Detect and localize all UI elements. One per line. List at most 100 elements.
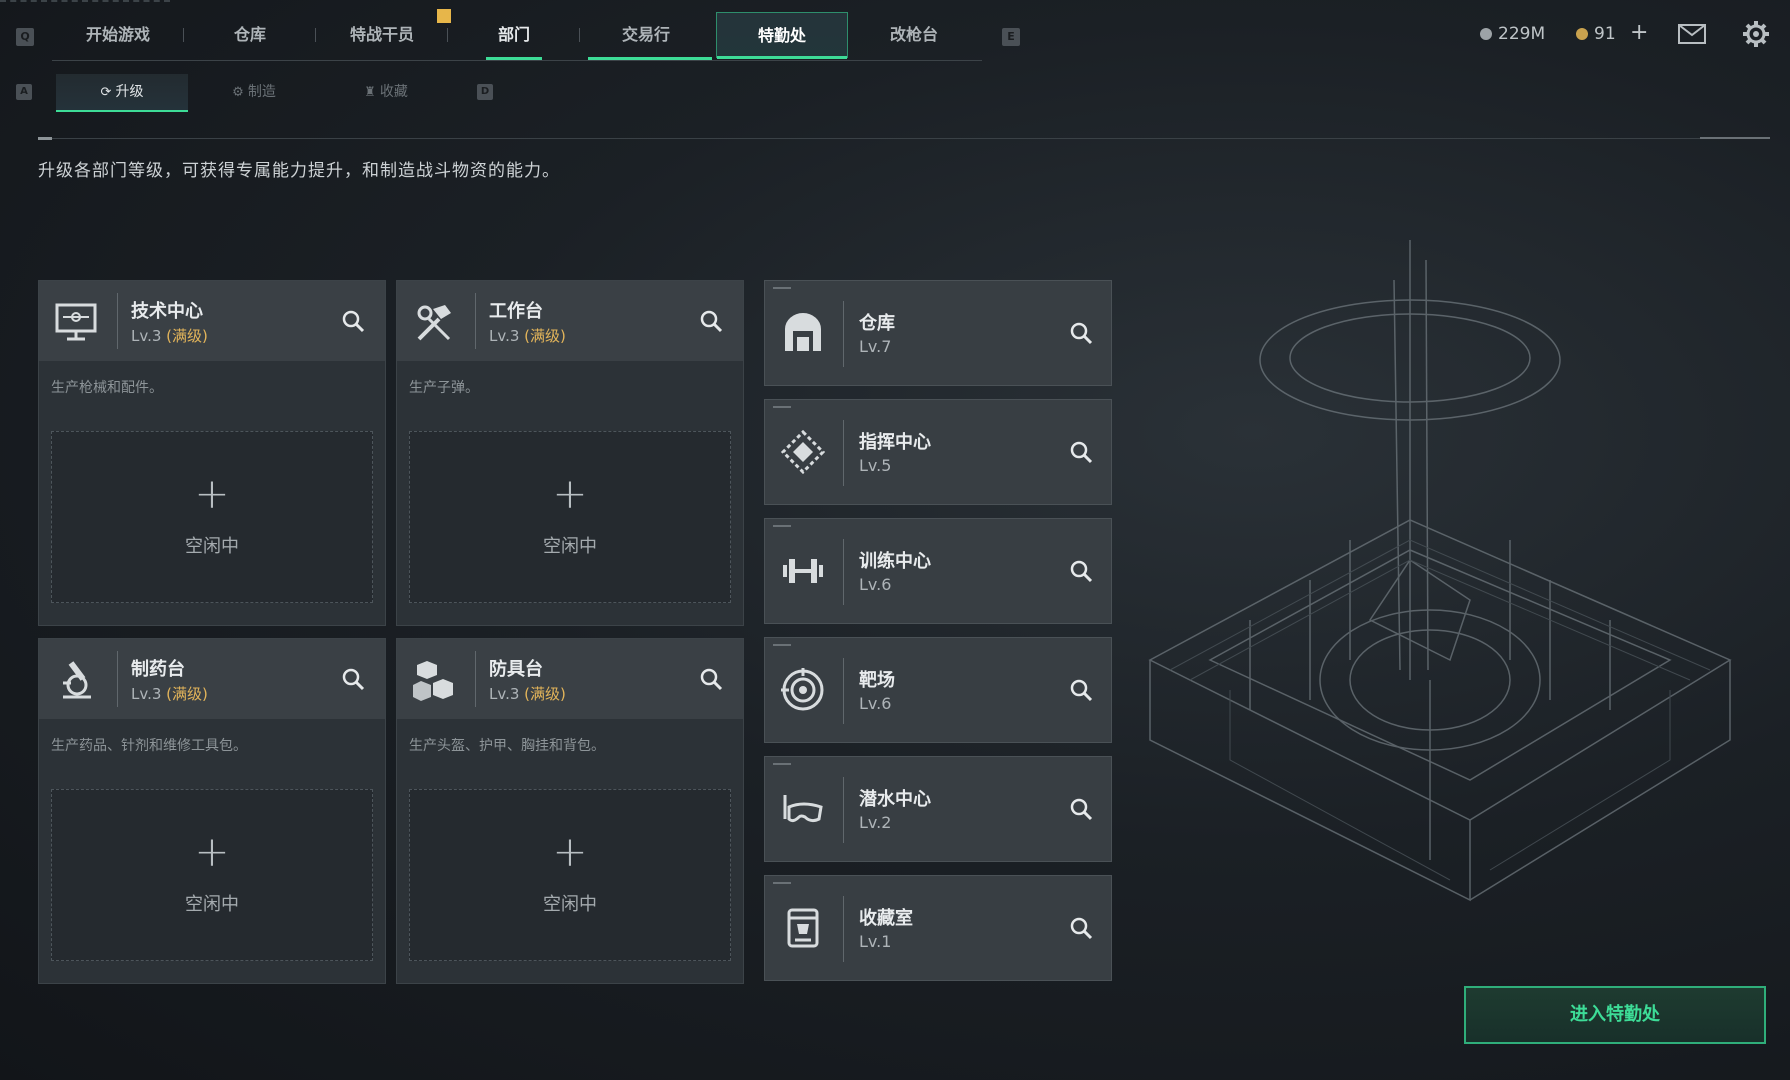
card-description: 生产子弹。 <box>409 380 479 396</box>
notification-marker <box>437 9 451 23</box>
max-level-badge: (满级) <box>524 327 566 345</box>
monitor-icon <box>55 303 97 341</box>
card-header: 技术中心 Lv.3 (满级) <box>39 281 385 361</box>
currency-bar: 229M 91 + <box>1480 14 1790 54</box>
card-level: Lv.3 (满级) <box>131 683 208 704</box>
card-level: Lv.3 (满级) <box>489 325 566 346</box>
production-slot[interactable]: + 空闲中 <box>409 431 731 603</box>
card-level: Lv.3 (满级) <box>131 325 208 346</box>
card-command-center[interactable]: 指挥中心 Lv.5 <box>764 399 1112 505</box>
divider-accent-right <box>1700 137 1770 139</box>
search-icon[interactable] <box>1067 795 1097 825</box>
subtab-craft[interactable]: ⚙ 制造 <box>188 74 320 110</box>
tab-label: 改枪台 <box>889 25 938 44</box>
subtab-label: 收藏 <box>379 84 408 100</box>
currency-secondary: 91 <box>1576 24 1616 44</box>
production-slot[interactable]: + 空闲中 <box>409 789 731 961</box>
card-title: 潜水中心 <box>859 789 931 810</box>
level-text: Lv.3 <box>489 685 520 703</box>
card-description: 生产药品、针剂和维修工具包。 <box>51 738 247 754</box>
card-level: Lv.5 <box>859 456 892 475</box>
cubes-icon <box>413 661 453 701</box>
search-icon[interactable] <box>339 307 369 337</box>
search-icon[interactable] <box>697 307 727 337</box>
card-shooting-range[interactable]: 靶场 Lv.6 <box>764 637 1112 743</box>
tab-start-game[interactable]: 开始游戏 <box>52 12 184 58</box>
key-hint-a: A <box>16 84 32 100</box>
tab-special-ops[interactable]: 特勤处 <box>716 12 848 59</box>
mail-icon[interactable] <box>1678 24 1706 44</box>
card-title: 防具台 <box>489 659 543 680</box>
currency-primary-value: 229M <box>1498 24 1546 44</box>
tab-label: 仓库 <box>233 25 266 44</box>
add-icon: + <box>552 827 588 876</box>
tab-label: 开始游戏 <box>85 25 150 44</box>
page-description: 升级各部门等级，可获得专属能力提升，和制造战斗物资的能力。 <box>38 161 560 181</box>
key-hint-e: E <box>1002 28 1020 46</box>
production-slot[interactable]: + 空闲中 <box>51 789 373 961</box>
card-header: 制药台 Lv.3 (满级) <box>39 639 385 719</box>
tab-warehouse[interactable]: 仓库 <box>184 12 316 58</box>
add-icon: + <box>552 469 588 518</box>
search-icon[interactable] <box>1067 319 1097 349</box>
card-title: 工作台 <box>489 301 543 322</box>
card-training-center[interactable]: 训练中心 Lv.6 <box>764 518 1112 624</box>
level-text: Lv.3 <box>131 327 162 345</box>
gear-icon[interactable] <box>1742 20 1770 48</box>
card-workbench[interactable]: 工作台 Lv.3 (满级) 生产子弹。 + 空闲中 <box>396 280 744 626</box>
card-level: Lv.7 <box>859 337 892 356</box>
card-level: Lv.6 <box>859 694 892 713</box>
dumbbell-icon <box>783 559 823 583</box>
card-pharmacy[interactable]: 制药台 Lv.3 (满级) 生产药品、针剂和维修工具包。 + 空闲中 <box>38 638 386 984</box>
tab-department[interactable]: 部门 <box>448 12 580 60</box>
tab-trading[interactable]: 交易行 <box>580 12 712 60</box>
microscope-icon <box>63 661 91 699</box>
subtab-label: 制造 <box>247 84 276 100</box>
slot-status: 空闲中 <box>185 894 239 915</box>
search-icon[interactable] <box>697 665 727 695</box>
card-title: 指挥中心 <box>859 432 931 453</box>
card-level: Lv.2 <box>859 813 892 832</box>
card-title: 技术中心 <box>131 301 203 322</box>
currency-secondary-value: 91 <box>1594 24 1616 44</box>
tab-gunsmith[interactable]: 改枪台 <box>848 12 980 58</box>
collection-icon: ♜ <box>364 85 376 100</box>
tab-operators[interactable]: 特战干员 <box>316 12 448 58</box>
card-diving-center[interactable]: 潜水中心 Lv.2 <box>764 756 1112 862</box>
add-currency-button[interactable]: + <box>1630 20 1648 45</box>
max-level-badge: (满级) <box>166 327 208 345</box>
card-title: 仓库 <box>859 313 895 334</box>
search-icon[interactable] <box>1067 914 1097 944</box>
card-title: 靶场 <box>859 670 895 691</box>
top-edge-decoration <box>0 0 170 5</box>
divider-accent-left <box>38 137 52 140</box>
silver-coin-icon <box>1480 28 1492 40</box>
card-level: Lv.6 <box>859 575 892 594</box>
subtab-collection[interactable]: ♜ 收藏 <box>320 74 452 110</box>
currency-primary: 229M <box>1480 24 1545 44</box>
card-armor-bench[interactable]: 防具台 Lv.3 (满级) 生产头盔、护甲、胸挂和背包。 + 空闲中 <box>396 638 744 984</box>
warehouse-icon <box>785 313 821 351</box>
card-warehouse[interactable]: 仓库 Lv.7 <box>764 280 1112 386</box>
craft-icon: ⚙ <box>232 85 244 100</box>
enter-special-ops-button[interactable]: 进入特勤处 <box>1464 986 1766 1044</box>
card-collection-room[interactable]: 收藏室 Lv.1 <box>764 875 1112 981</box>
card-description: 生产枪械和配件。 <box>51 380 163 396</box>
search-icon[interactable] <box>1067 438 1097 468</box>
tab-label: 特勤处 <box>757 26 806 45</box>
card-tech-center[interactable]: 技术中心 Lv.3 (满级) 生产枪械和配件。 + 空闲中 <box>38 280 386 626</box>
card-level: Lv.1 <box>859 932 892 951</box>
subtab-label: 升级 <box>115 84 144 100</box>
search-icon[interactable] <box>339 665 369 695</box>
base-wireframe-illustration <box>1148 240 1732 902</box>
search-icon[interactable] <box>1067 557 1097 587</box>
slot-status: 空闲中 <box>543 894 597 915</box>
production-slot[interactable]: + 空闲中 <box>51 431 373 603</box>
subtab-upgrade[interactable]: ⟳ 升级 <box>56 74 188 112</box>
search-icon[interactable] <box>1067 676 1097 706</box>
card-title: 制药台 <box>131 659 185 680</box>
section-divider <box>38 138 1770 139</box>
sub-nav: ⟳ 升级 ⚙ 制造 ♜ 收藏 <box>56 74 456 112</box>
slot-status: 空闲中 <box>185 536 239 557</box>
upgrade-icon: ⟳ <box>100 85 112 100</box>
